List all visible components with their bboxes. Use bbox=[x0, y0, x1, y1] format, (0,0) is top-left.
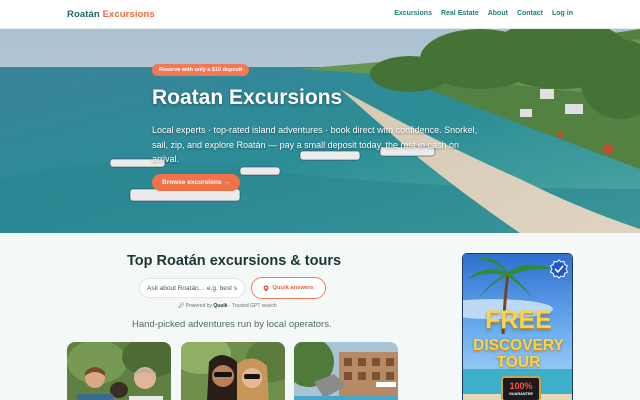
nav-link-real-estate[interactable]: Real Estate bbox=[441, 10, 479, 17]
monkey-tour-photo bbox=[67, 342, 171, 400]
logo-text-roatan: Roatán bbox=[67, 9, 100, 20]
hero-section: Reserve with only a $10 deposit Roatan E… bbox=[0, 29, 640, 233]
guarantee-label: GUARANTEE bbox=[508, 392, 534, 396]
powered-suffix: · Trusted GPT search bbox=[228, 303, 277, 309]
free-discovery-tour-ad[interactable]: FREE DISCOVERY TOUR 100% GUARANTEE bbox=[462, 253, 573, 400]
key-icon: 🔎 bbox=[178, 303, 185, 309]
deposit-badge: Reserve with only a $10 deposit bbox=[152, 64, 250, 76]
section-lead: Hand-picked adventures run by local oper… bbox=[132, 319, 332, 330]
powered-by-line: 🔎 Powered by Quuik · Trusted GPT search bbox=[178, 303, 277, 309]
nav-link-contact[interactable]: Contact bbox=[517, 10, 543, 17]
powered-prefix: Powered by bbox=[185, 303, 213, 309]
site-header: Roatán Excursions Excursions Real Estate… bbox=[0, 0, 640, 29]
nav-link-login[interactable]: Log in bbox=[552, 10, 573, 17]
excursion-card-image[interactable] bbox=[181, 342, 285, 400]
quuik-answers-label: Quuik answers bbox=[272, 285, 314, 291]
browse-excursions-button[interactable]: Browse excursions → bbox=[152, 174, 240, 191]
guarantee-badge: 100% GUARANTEE bbox=[501, 376, 541, 400]
ad-free-text: FREE bbox=[485, 306, 552, 334]
excursion-card-image[interactable] bbox=[294, 342, 398, 400]
excursion-card-image[interactable] bbox=[67, 342, 171, 400]
nav-link-about[interactable]: About bbox=[488, 10, 508, 17]
powered-brand: Quuik bbox=[213, 303, 228, 309]
hero-subtitle: Local experts · top-rated island adventu… bbox=[152, 125, 478, 164]
verified-seal-icon bbox=[549, 259, 569, 279]
ad-discovery-line: DISCOVERY bbox=[473, 337, 564, 354]
friends-selfie-photo bbox=[181, 342, 285, 400]
guarantee-percent: 100% bbox=[509, 381, 533, 391]
main-nav: Excursions Real Estate About Contact Log… bbox=[394, 10, 573, 17]
section-title: Top Roatán excursions & tours bbox=[127, 253, 342, 269]
ad-tour-line: TOUR bbox=[496, 354, 541, 371]
site-logo[interactable]: Roatán Excursions bbox=[67, 9, 155, 20]
ask-search-input[interactable] bbox=[139, 278, 245, 298]
resort-photo bbox=[294, 342, 398, 400]
quuik-answers-button[interactable]: Quuik answers bbox=[251, 277, 326, 299]
hero-title: Roatan Excursions bbox=[152, 86, 343, 109]
ad-discovery-tour-text: DISCOVERY TOUR bbox=[463, 337, 572, 371]
location-pin-icon bbox=[263, 284, 269, 292]
nav-link-excursions[interactable]: Excursions bbox=[394, 10, 432, 17]
logo-text-excursions: Excursions bbox=[102, 9, 155, 20]
